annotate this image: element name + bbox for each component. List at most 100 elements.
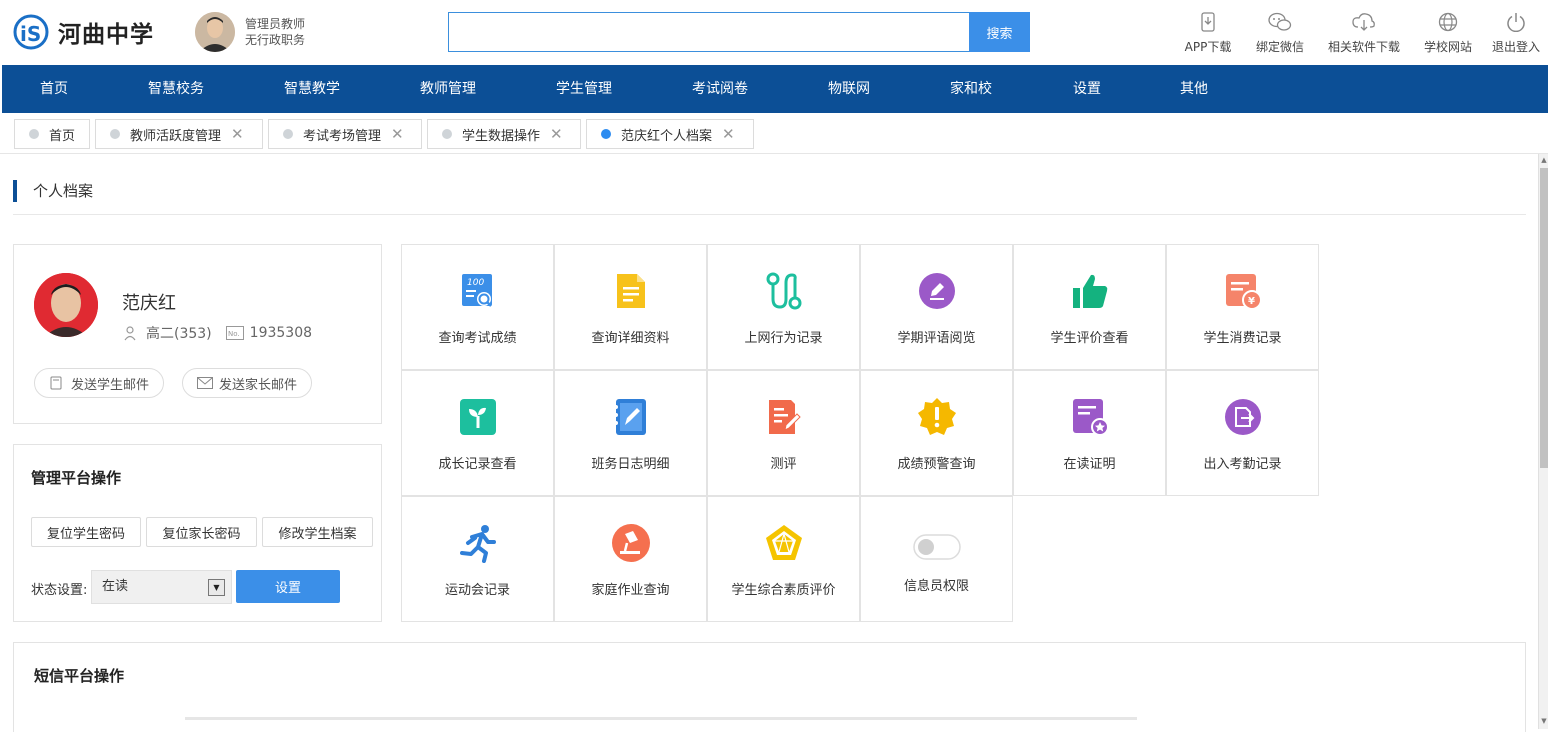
route-icon [708,271,859,311]
close-icon[interactable]: ✕ [391,125,404,143]
phone-download-icon [1201,10,1215,34]
student-profile-card: 范庆红 高二(353) No. 1935308 发送学生邮件 发送家长邮件 [13,244,382,424]
attendance-record-tile[interactable]: 出入考勤记录 [1166,370,1319,496]
school-name: 河曲中学 [58,22,154,48]
query-exam-score-tile[interactable]: 100 查询考试成绩 [401,244,554,370]
scroll-up-icon[interactable]: ▲ [1540,156,1548,166]
internet-behavior-tile[interactable]: 上网行为记录 [707,244,860,370]
globe-icon [1438,10,1458,34]
assessment-tile[interactable]: 测评 [707,370,860,496]
student-avatar [34,273,98,337]
status-set-button[interactable]: 设置 [236,570,340,603]
exam-score-icon: 100 [402,271,553,311]
svg-text:iS: iS [20,22,41,46]
nav-exam-marking[interactable]: 考试阅卷 [692,65,748,113]
sms-title: 短信平台操作 [34,667,125,685]
tab-teacher-activity[interactable]: 教师活跃度管理 ✕ [95,119,263,149]
power-icon [1506,10,1526,34]
nav-student-management[interactable]: 学生管理 [556,65,612,113]
send-parent-mail-button[interactable]: 发送家长邮件 [182,368,313,398]
nav-other[interactable]: 其他 [1180,65,1208,113]
class-log-tile[interactable]: 班务日志明细 [554,370,707,496]
school-logo[interactable]: iS 河曲中学 [12,14,154,50]
search-bar: 搜索 [448,12,1030,52]
school-logo-icon: iS [12,14,50,50]
student-number: 1935308 [249,325,313,341]
reset-parent-password-button[interactable]: 复位家长密码 [146,517,257,547]
user-avatar [195,12,235,52]
tool-school-website[interactable]: 学校网站 [1412,10,1484,55]
tool-app-download[interactable]: APP下载 [1172,10,1244,55]
edit-circle-icon [861,271,1012,311]
tab-home[interactable]: 首页 [14,119,90,149]
grade-warning-tile[interactable]: 成绩预警查询 [860,370,1013,496]
enrollment-certificate-tile[interactable]: 在读证明 [1013,370,1166,496]
edit-student-file-button[interactable]: 修改学生档案 [262,517,373,547]
student-class: 高二(353) [146,326,212,342]
tool-bind-wechat[interactable]: 绑定微信 [1244,10,1316,55]
svg-text:¥: ¥ [1248,296,1255,307]
section-divider [13,214,1526,215]
query-details-tile[interactable]: 查询详细资料 [554,244,707,370]
main-nav: 首页 智慧校务 智慧教学 教师管理 学生管理 考试阅卷 物联网 家和校 设置 其… [2,65,1548,113]
tool-software-download[interactable]: 相关软件下载 [1316,10,1412,55]
tab-dot [110,129,120,139]
scroll-down-icon[interactable]: ▼ [1540,717,1548,727]
reset-student-password-button[interactable]: 复位学生密码 [31,517,141,547]
header-tools: APP下载 绑定微信 相关软件下载 学校网站 退出登入 [1172,10,1548,55]
page-tabs: 首页 教师活跃度管理 ✕ 考试考场管理 ✕ 学生数据操作 ✕ 范庆红个人档案 ✕ [0,113,1548,154]
nav-settings[interactable]: 设置 [1073,65,1101,113]
document-icon [555,271,706,311]
class-icon [122,325,138,341]
scrollbar-thumb[interactable] [1540,168,1548,468]
tool-logout[interactable]: 退出登入 [1484,10,1548,55]
nav-home[interactable]: 首页 [40,65,68,113]
horizontal-scrollbar[interactable] [185,717,1137,720]
management-title: 管理平台操作 [31,469,122,487]
semester-comments-tile[interactable]: 学期评语阅览 [860,244,1013,370]
user-info[interactable]: 管理员教师 无行政职务 [195,12,305,52]
management-panel: 管理平台操作 复位学生密码 复位家长密码 修改学生档案 状态设置: 在读 ▼ 设… [13,444,382,622]
number-icon: No. [225,326,244,340]
chevron-down-icon[interactable]: ▼ [208,579,225,596]
cloud-download-icon [1352,10,1376,34]
nav-home-school[interactable]: 家和校 [950,65,992,113]
tab-dot [442,129,452,139]
notebook-icon [555,397,706,437]
tab-exam-room[interactable]: 考试考场管理 ✕ [268,119,422,149]
phone-mail-icon [49,376,63,390]
close-icon[interactable]: ✕ [550,125,563,143]
search-input[interactable] [448,12,969,52]
homework-query-tile[interactable]: 家庭作业查询 [554,496,707,622]
nav-smart-affairs[interactable]: 智慧校务 [148,65,204,113]
send-student-mail-button[interactable]: 发送学生邮件 [34,368,165,398]
consumption-record-tile[interactable]: ¥ 学生消费记录 [1166,244,1319,370]
mail-icon [197,377,213,389]
nav-smart-teaching[interactable]: 智慧教学 [284,65,340,113]
growth-record-tile[interactable]: 成长记录查看 [401,370,554,496]
search-button[interactable]: 搜索 [969,12,1030,52]
close-icon[interactable]: ✕ [722,125,735,143]
user-role: 管理员教师 [245,17,306,31]
sports-meet-tile[interactable]: 运动会记录 [401,496,554,622]
tab-dot [283,129,293,139]
tab-student-profile[interactable]: 范庆红个人档案 ✕ [586,119,754,149]
warning-badge-icon [861,397,1012,437]
desk-lamp-icon [555,523,706,563]
status-select-value: 在读 [102,579,129,594]
status-label: 状态设置: [31,583,88,598]
thumbs-up-icon [1014,271,1165,311]
user-position: 无行政职务 [245,33,306,47]
nav-teacher-management[interactable]: 教师管理 [420,65,476,113]
toggle-icon[interactable] [861,534,1012,560]
tab-student-data[interactable]: 学生数据操作 ✕ [427,119,581,149]
comprehensive-quality-tile[interactable]: 学生综合素质评价 [707,496,860,622]
informant-permission-tile[interactable]: 信息员权限 [860,496,1013,622]
tab-dot-active [601,129,611,139]
student-evaluation-tile[interactable]: 学生评价查看 [1013,244,1166,370]
status-select[interactable]: 在读 ▼ [91,570,232,604]
close-icon[interactable]: ✕ [231,125,244,143]
nav-iot[interactable]: 物联网 [828,65,870,113]
vertical-scrollbar[interactable]: ▲ ▼ [1538,154,1548,729]
test-edit-icon [708,397,859,437]
